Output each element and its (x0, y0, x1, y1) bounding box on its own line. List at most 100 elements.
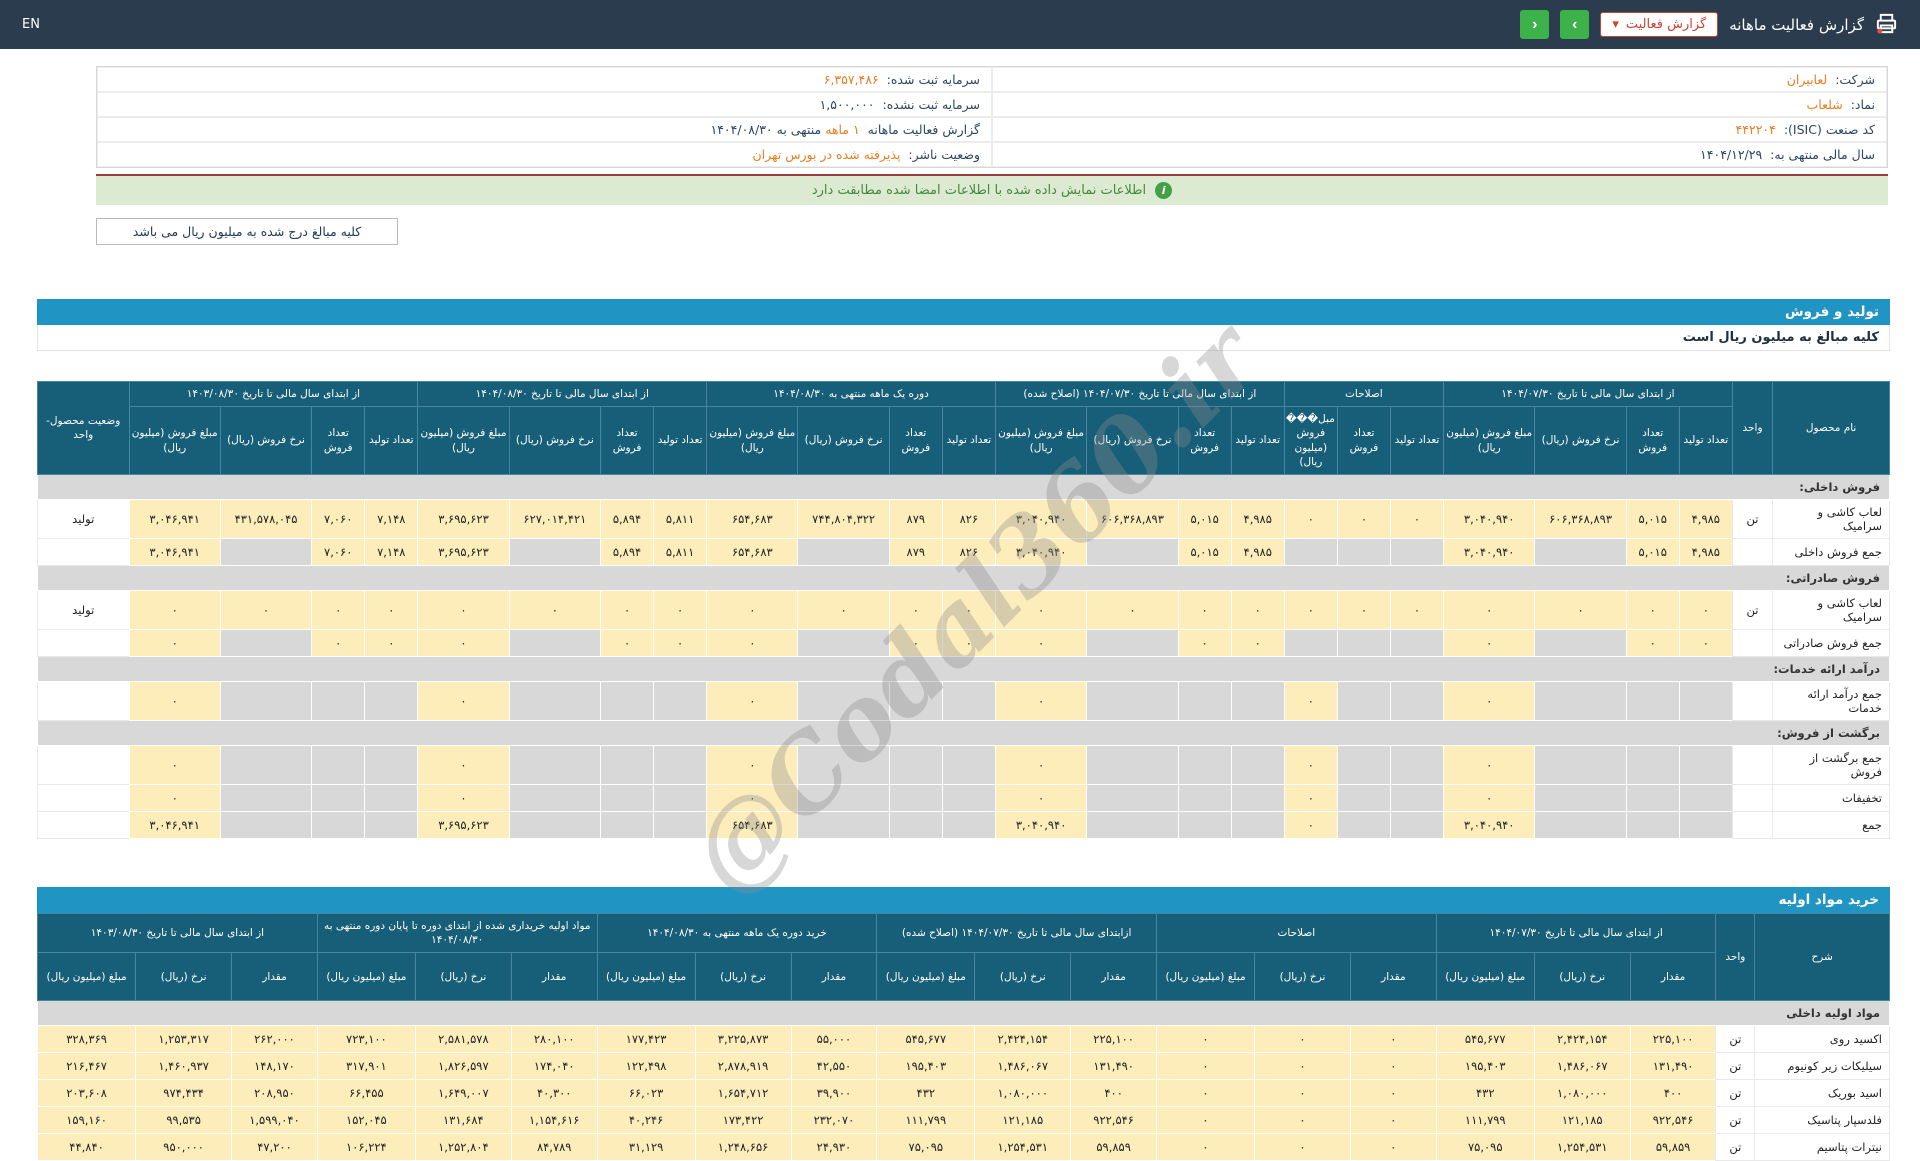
value-cell (508, 628, 602, 657)
print-icon (1875, 12, 1898, 38)
info-field-unregistered-capital: سرمایه ثبت نشده: ۱,۵۰۰,۰۰۰ (97, 92, 992, 117)
value-cell: ۰ (1283, 744, 1338, 785)
prev-report-button[interactable]: ‹ (1520, 10, 1550, 39)
value-cell: ۰ (653, 628, 708, 657)
value-cell: ۰ (1443, 680, 1536, 721)
column-subheader: مبلغ (میلیون ریال) (36, 952, 137, 1002)
unit-cell: تن (1715, 1106, 1756, 1135)
value-cell (1678, 810, 1733, 839)
row-label: جمع فروش داخلی (1772, 537, 1890, 566)
value-cell: ۱۷۴,۰۴۰ (510, 1052, 598, 1081)
column-group-header: خرید دوره یک ماهه منتهی به ۱۴۰۴/۰۸/۳۰ (596, 912, 878, 954)
value-cell: ۴,۹۸۵ (1230, 498, 1285, 539)
column-subheader: نرخ (ریال) (974, 952, 1072, 1002)
value-cell: ۰ (797, 589, 890, 630)
value-cell: ۲۰۳,۶۰۸ (36, 1079, 137, 1108)
value-cell: ۴,۹۸۵ (1678, 498, 1733, 539)
value-cell: ۲۲۵,۱۰۰ (1070, 1025, 1157, 1054)
value-cell (1230, 810, 1285, 839)
signed-data-banner: i اطلاعات نمایش داده شده با اطلاعات امضا… (96, 174, 1888, 205)
language-toggle[interactable]: EN (22, 17, 40, 32)
report-type-label: گزارش فعالیت (1625, 17, 1707, 32)
value-cell: ۰ (994, 783, 1088, 812)
value-cell (797, 783, 890, 812)
value-cell (1283, 628, 1338, 657)
value-cell: ۴۰۰ (1070, 1079, 1157, 1108)
print-button[interactable] (1875, 12, 1898, 38)
value-cell: ۴۷,۲۰۰ (231, 1133, 318, 1161)
value-cell: ۰ (706, 744, 799, 785)
next-report-button[interactable]: › (1560, 10, 1590, 39)
column-subheader: تعداد فروش (1625, 406, 1680, 475)
unit-column-header: واحد (1731, 381, 1774, 475)
value-cell (1389, 744, 1445, 785)
value-cell: ۳,۶۹۵,۶۲۳ (417, 537, 510, 566)
value-cell: ۰ (1283, 498, 1338, 539)
value-cell (941, 680, 996, 721)
value-cell (1389, 810, 1445, 839)
value-cell: ۰ (1625, 628, 1680, 657)
value-cell (1230, 783, 1285, 812)
value-cell: ۰ (1254, 1025, 1351, 1054)
value-cell (599, 783, 655, 812)
column-subheader: مقدار (1349, 952, 1437, 1002)
value-cell (1336, 628, 1391, 657)
registered-capital-label: سرمایه ثبت شده: (886, 72, 980, 87)
value-cell: ۳,۰۴۰,۹۴۰ (994, 537, 1088, 566)
value-cell: ۰ (1389, 589, 1445, 630)
value-cell: ۷۴۴,۸۰۴,۳۲۲ (797, 498, 890, 539)
table-row: تخفیفات ۰ ۰ ۰ ۰ ۰ ۰ (37, 783, 1890, 812)
column-subheader: نرخ فروش (ریال) (219, 406, 313, 475)
value-cell: ۷۵,۰۹۵ (876, 1133, 976, 1161)
value-cell: ۰ (417, 589, 510, 630)
value-cell: ۰ (417, 628, 510, 657)
value-cell (1177, 680, 1232, 721)
row-label: فلدسپار پتاسیک (1754, 1106, 1890, 1135)
value-cell (941, 744, 996, 785)
value-cell: ۶۲۷,۰۱۴,۴۲۱ (508, 498, 602, 539)
row-label: جمع (1772, 810, 1890, 839)
value-cell: ۳,۰۴۰,۹۴۰ (994, 498, 1088, 539)
amounts-unit-note: کلیه مبالغ درج شده به میلیون ریال می باش… (96, 218, 398, 245)
value-cell: ۲۸۰,۱۰۰ (510, 1025, 598, 1054)
value-cell: ۰ (1283, 810, 1338, 839)
value-cell: ۰ (1155, 1106, 1256, 1135)
value-cell (1283, 537, 1338, 566)
info-field-symbol: نماد: شلعاب (992, 92, 1887, 117)
value-cell: ۰ (941, 628, 996, 657)
value-cell (653, 680, 708, 721)
value-cell: ۰ (417, 783, 510, 812)
row-label: نیترات پتاسیم (1754, 1133, 1890, 1161)
value-cell: ۰ (128, 783, 221, 812)
table-row: جمع برگشت از فروش ۰ ۰ ۰ ۰ ۰ ۰ (37, 744, 1890, 785)
value-cell: ۳,۰۴۰,۹۴۰ (1443, 537, 1536, 566)
unit-cell: تن (1731, 498, 1774, 539)
value-cell (1625, 810, 1680, 839)
isic-label: کد صنعت (ISIC): (1783, 122, 1875, 137)
value-cell: ۰ (1678, 589, 1733, 630)
value-cell: ۴۰,۳۰۰ (510, 1079, 598, 1108)
company-value: لعابیران (1786, 72, 1828, 87)
value-cell (1678, 680, 1733, 721)
value-cell (1086, 537, 1179, 566)
column-subheader: مبلغ فروش (میلیون ریال) (994, 406, 1088, 475)
value-cell: ۹۹,۵۳۵ (135, 1106, 233, 1135)
value-cell: ۱,۰۸۰,۰۰۰ (1533, 1079, 1631, 1108)
symbol-value: شلعاب (1806, 97, 1843, 112)
value-cell: ۳,۰۴۶,۹۴۱ (128, 537, 221, 566)
value-cell (1534, 744, 1627, 785)
value-cell (1230, 680, 1285, 721)
value-cell (1534, 783, 1627, 812)
isic-value: ۴۴۲۲۰۴ (1735, 122, 1776, 137)
value-cell: ۰ (1086, 589, 1179, 630)
value-cell: ۴,۹۸۵ (1678, 537, 1733, 566)
status-cell (37, 628, 130, 657)
value-cell: ۰ (706, 589, 799, 630)
value-cell: ۲۴,۹۳۰ (790, 1133, 878, 1161)
value-cell: ۴,۹۸۵ (1230, 537, 1285, 566)
report-type-dropdown[interactable]: گزارش فعالیت ▾ (1600, 12, 1719, 37)
info-field-report-period: گزارش فعالیت ماهانه ۱ ماهه منتهی به ۱۴۰۴… (97, 117, 992, 142)
info-field-issuer-status: وضعیت ناشر: پذیرفته شده در بورس تهران (97, 142, 992, 167)
value-cell: ۱۲۱,۱۸۵ (974, 1106, 1072, 1135)
unit-cell: تن (1731, 589, 1774, 630)
